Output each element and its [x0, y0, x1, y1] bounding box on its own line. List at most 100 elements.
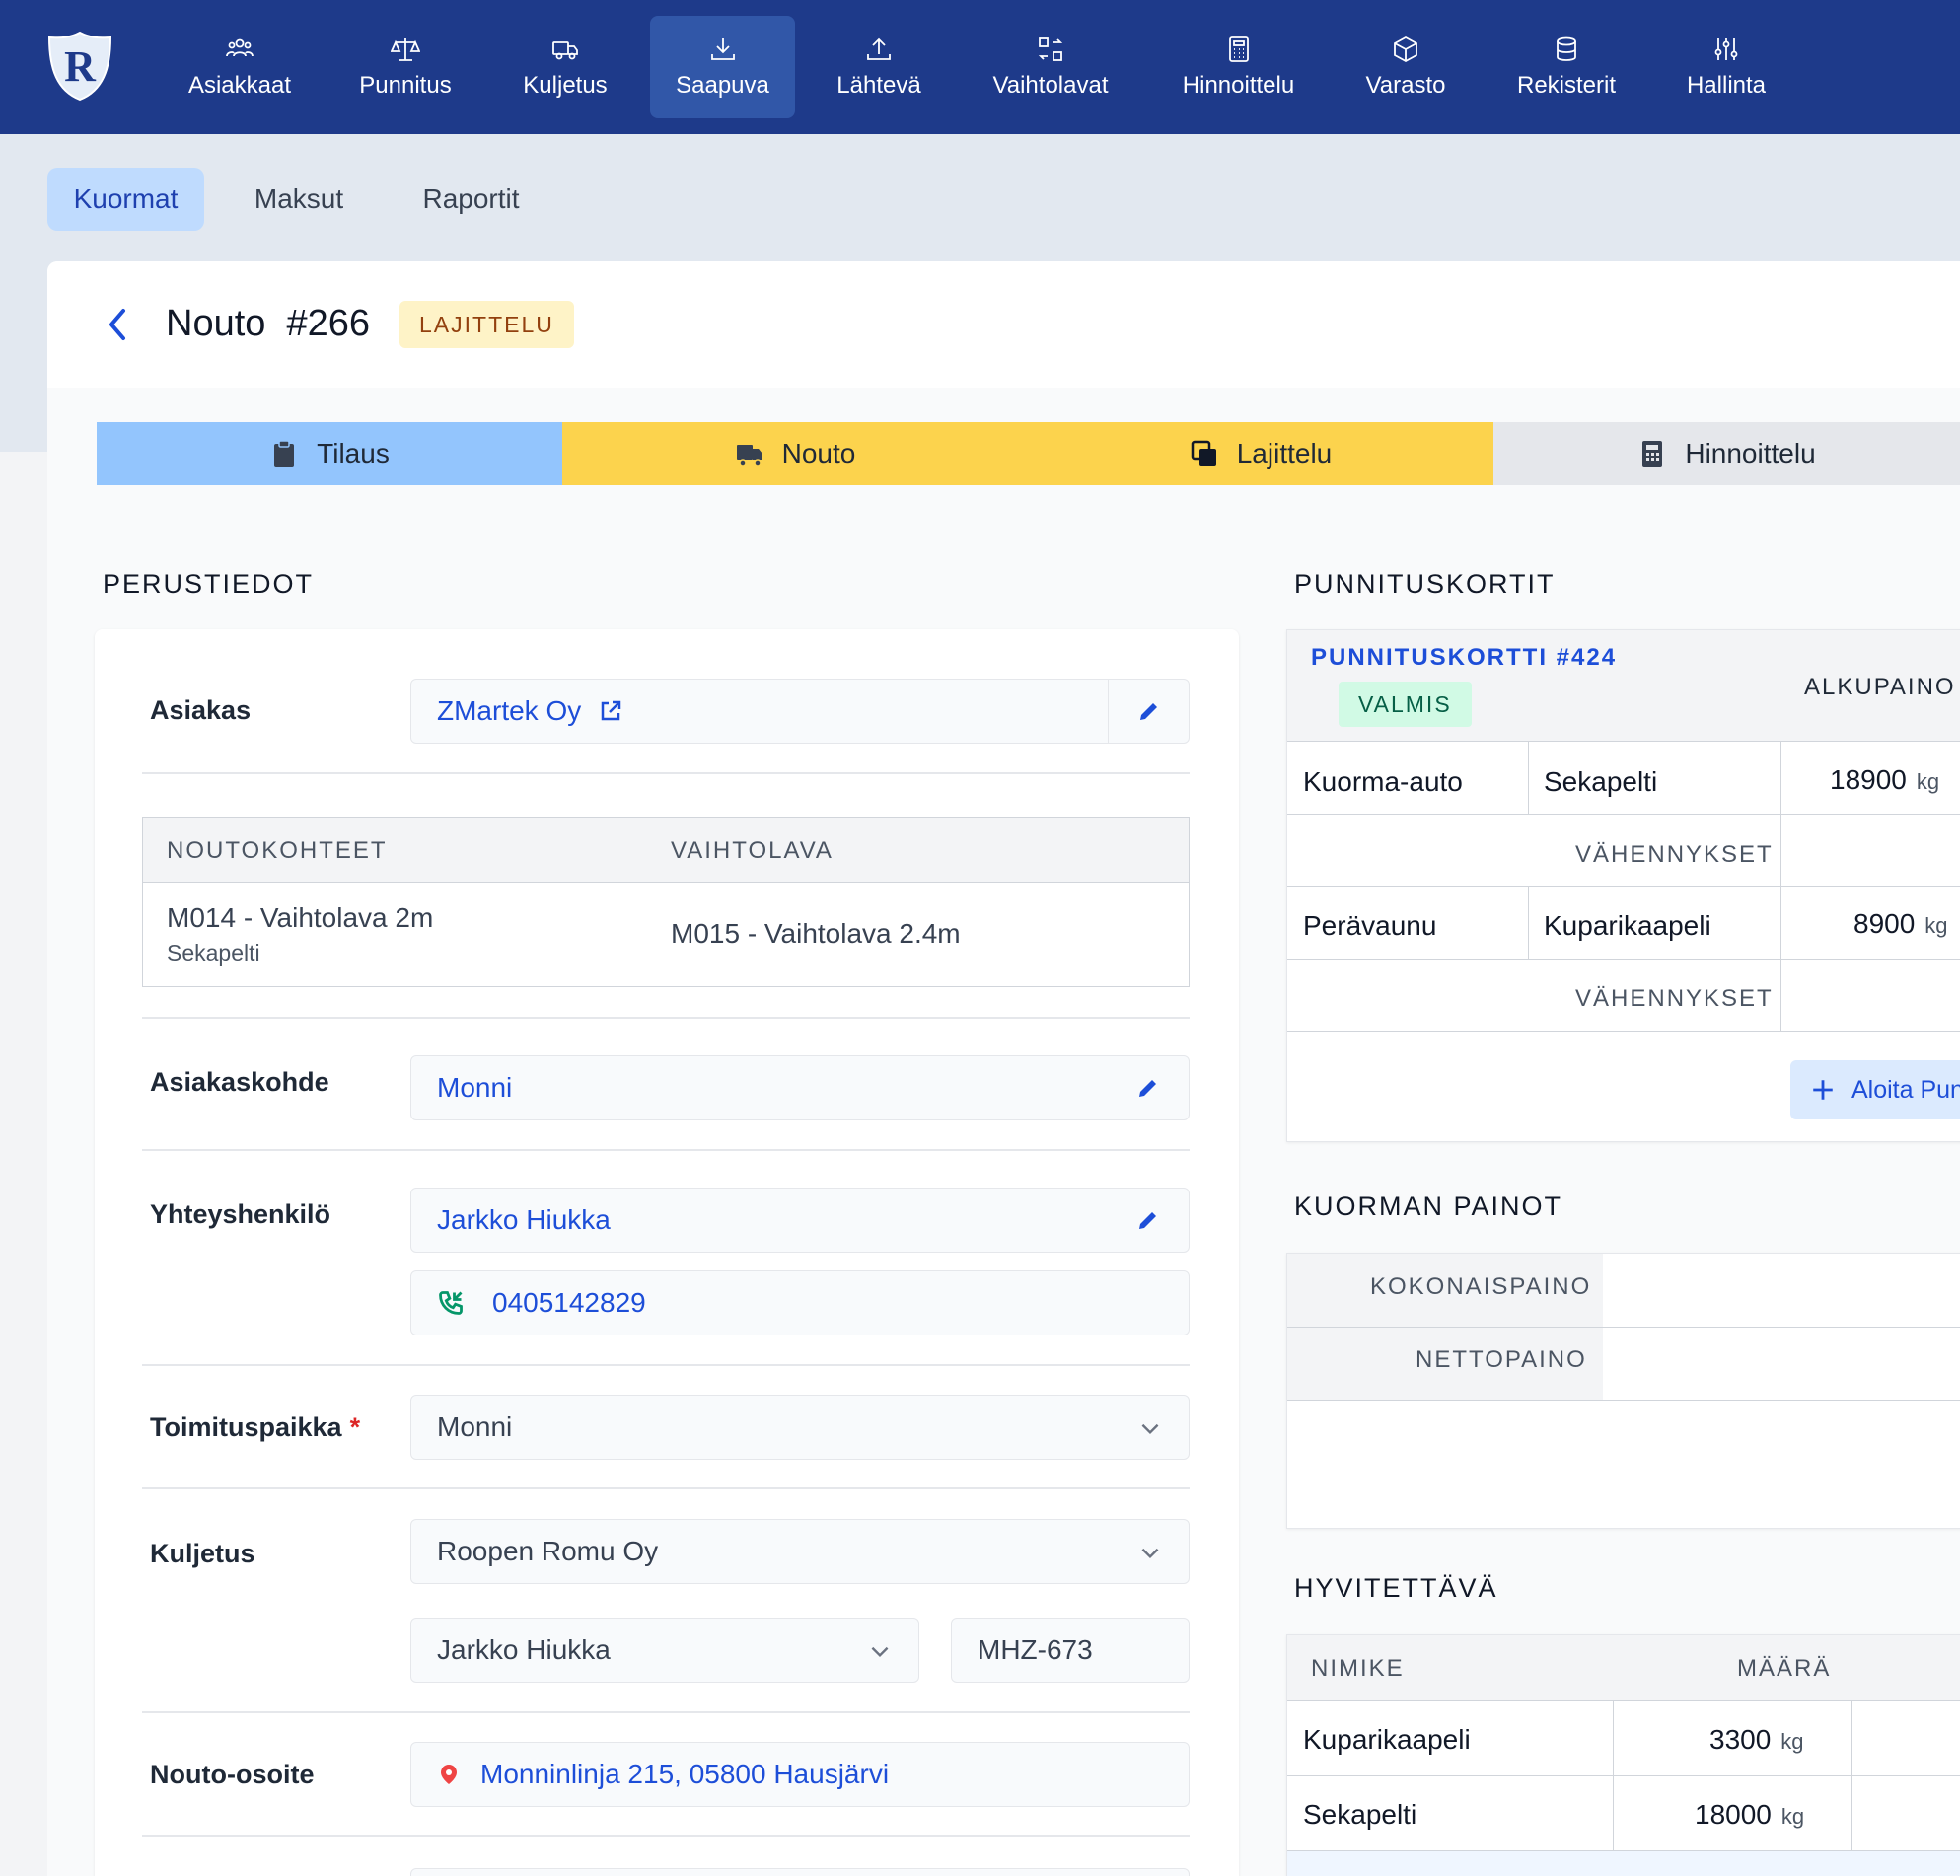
- customer-label: Asiakas: [150, 695, 252, 725]
- address-link[interactable]: Monninlinja 215, 05800 Hausjärvi: [480, 1759, 889, 1790]
- required-marker: *: [349, 1412, 361, 1442]
- nav-hallinta[interactable]: Hallinta: [1657, 16, 1795, 118]
- nav-label: Rekisterit: [1516, 72, 1617, 99]
- driver-select[interactable]: Jarkko Hiukka: [410, 1618, 919, 1683]
- users-icon: [226, 38, 254, 57]
- grid-line: [1528, 741, 1529, 814]
- nav-hinnoittelu[interactable]: Hinnoittelu: [1157, 16, 1320, 118]
- start-weighing-button[interactable]: Aloita Punnitus: [1790, 1060, 1960, 1119]
- site-field[interactable]: Monni: [410, 1055, 1190, 1120]
- nav-lahteva[interactable]: Lähtevä: [805, 16, 953, 118]
- edit-contact-button[interactable]: [1108, 1189, 1189, 1252]
- nav-punnitus[interactable]: Punnitus: [331, 16, 479, 118]
- logo-shield-icon[interactable]: R: [45, 30, 114, 103]
- pickup-table-header: NOUTOKOHTEET VAIHTOLAVA: [143, 818, 1189, 883]
- sliders-icon: [1714, 38, 1738, 60]
- customer-link[interactable]: ZMartek Oy: [437, 695, 581, 727]
- total-weight-label: KOKONAISPAINO: [1370, 1273, 1592, 1300]
- contact-link[interactable]: Jarkko Hiukka: [437, 1204, 611, 1236]
- grid-line: [1287, 1775, 1960, 1776]
- grid-line: [1287, 814, 1960, 815]
- subtab-maksut[interactable]: Maksut: [233, 168, 365, 231]
- weighing-card-title[interactable]: PUNNITUSKORTTI #424: [1311, 644, 1617, 672]
- plus-icon: [1813, 1080, 1833, 1100]
- edit-site-button[interactable]: [1108, 1056, 1189, 1119]
- nav-asiakkaat[interactable]: Asiakkaat: [166, 16, 314, 118]
- divider: [142, 772, 1190, 774]
- nav-varasto[interactable]: Varasto: [1342, 16, 1470, 118]
- pickup-item-title: M014 - Vaihtolava 2m: [167, 902, 434, 933]
- nav-rekisterit[interactable]: Rekisterit: [1497, 16, 1635, 118]
- col-maara: MÄÄRÄ: [1737, 1655, 1832, 1682]
- step-nouto[interactable]: Nouto: [562, 422, 1028, 485]
- start-weighing-label: Aloita Punnitus: [1851, 1075, 1960, 1104]
- calculator-icon: [1228, 36, 1249, 62]
- nav-vaihtolavat[interactable]: Vaihtolavat: [972, 16, 1129, 118]
- nav-label: Lähtevä: [836, 72, 921, 99]
- nav-kuljetus[interactable]: Kuljetus: [491, 16, 639, 118]
- subtab-raportit[interactable]: Raportit: [399, 168, 543, 231]
- contact-field[interactable]: Jarkko Hiukka: [410, 1188, 1190, 1253]
- panel-header: Nouto #266 LAJITTELU: [47, 261, 1960, 388]
- divider: [142, 1835, 1190, 1837]
- credit-item-qty: 3300 kg: [1709, 1724, 1804, 1755]
- database-icon: [1557, 36, 1576, 61]
- chevron-left-icon[interactable]: [103, 305, 132, 344]
- pencil-icon: [1139, 1212, 1156, 1229]
- step-label: Lajittelu: [1236, 438, 1333, 469]
- delivery-select[interactable]: Monni: [410, 1395, 1190, 1460]
- pencil-icon: [1139, 1080, 1156, 1097]
- step-label: Nouto: [781, 438, 856, 469]
- nav-label: Varasto: [1365, 72, 1446, 99]
- net-weight-label: NETTOPAINO: [1416, 1346, 1587, 1373]
- grid-line: [1528, 886, 1529, 959]
- status-badge: LAJITTELU: [399, 301, 574, 348]
- vehicle-cell: Perävaunu: [1303, 910, 1437, 941]
- copy-icon: [1191, 440, 1216, 466]
- address-field[interactable]: Monninlinja 215, 05800 Hausjärvi: [410, 1742, 1190, 1807]
- deductions-label[interactable]: VÄHENNYKSET: [1575, 985, 1774, 1013]
- page-background: [0, 452, 47, 1876]
- load-weights-table: KOKONAISPAINO NETTOPAINO: [1286, 1253, 1960, 1529]
- weight-cell: 18900 kg: [1830, 764, 1940, 795]
- top-nav: R Asiakkaat Punnitus Kuljetus Saapuva Lä…: [0, 0, 1960, 134]
- credit-item-name: Kuparikaapeli: [1303, 1724, 1471, 1755]
- nav-label: Hallinta: [1686, 72, 1767, 99]
- step-tilaus[interactable]: Tilaus: [97, 422, 562, 485]
- deductions-label[interactable]: VÄHENNYKSET: [1575, 841, 1774, 869]
- edit-customer-button[interactable]: [1108, 680, 1189, 743]
- grid-line: [1287, 741, 1960, 742]
- weighing-card-table: PUNNITUSKORTTI #424 VALMIS ALKUPAINO Kuo…: [1286, 629, 1960, 1142]
- section-title-credit: HYVITETTÄVÄ: [1294, 1573, 1498, 1603]
- map-pin-icon: [441, 1765, 457, 1784]
- site-link[interactable]: Monni: [437, 1072, 512, 1104]
- step-hinnoittelu[interactable]: Hinnoittelu: [1493, 422, 1960, 485]
- col-alkupaino: ALKUPAINO: [1804, 674, 1956, 700]
- customer-field[interactable]: ZMartek Oy: [410, 679, 1190, 744]
- phone-field[interactable]: 0405142829: [410, 1270, 1190, 1335]
- section-title-basic: PERUSTIEDOT: [103, 569, 315, 599]
- contact-label: Yhteyshenkilö: [150, 1199, 331, 1229]
- divider: [142, 1149, 1190, 1151]
- subtab-kuormat[interactable]: Kuormat: [47, 168, 204, 231]
- grid-line: [1287, 1031, 1960, 1032]
- section-title-weighing: PUNNITUSKORTIT: [1294, 569, 1556, 599]
- step-lajittelu[interactable]: Lajittelu: [1028, 422, 1493, 485]
- plate-input[interactable]: MHZ-673: [951, 1618, 1190, 1683]
- box-icon: [1394, 36, 1417, 63]
- nav-saapuva[interactable]: Saapuva: [650, 16, 795, 118]
- phone-link[interactable]: 0405142829: [492, 1287, 646, 1319]
- transport-company-value: Roopen Romu Oy: [437, 1536, 659, 1566]
- external-link-icon[interactable]: [599, 699, 622, 723]
- svg-text:R: R: [64, 42, 97, 91]
- step-label: Tilaus: [317, 438, 390, 469]
- grid-line: [1287, 1400, 1960, 1401]
- transport-company-select[interactable]: Roopen Romu Oy: [410, 1519, 1190, 1584]
- col-vaihtolava: VAIHTOLAVA: [671, 837, 834, 864]
- page-title: Nouto #266: [166, 303, 371, 344]
- grid-line: [1287, 959, 1960, 960]
- next-field[interactable]: [410, 1868, 1190, 1876]
- weighing-status-badge: VALMIS: [1339, 682, 1472, 727]
- material-cell: Kuparikaapeli: [1544, 910, 1711, 941]
- nav-label: Asiakkaat: [187, 72, 292, 99]
